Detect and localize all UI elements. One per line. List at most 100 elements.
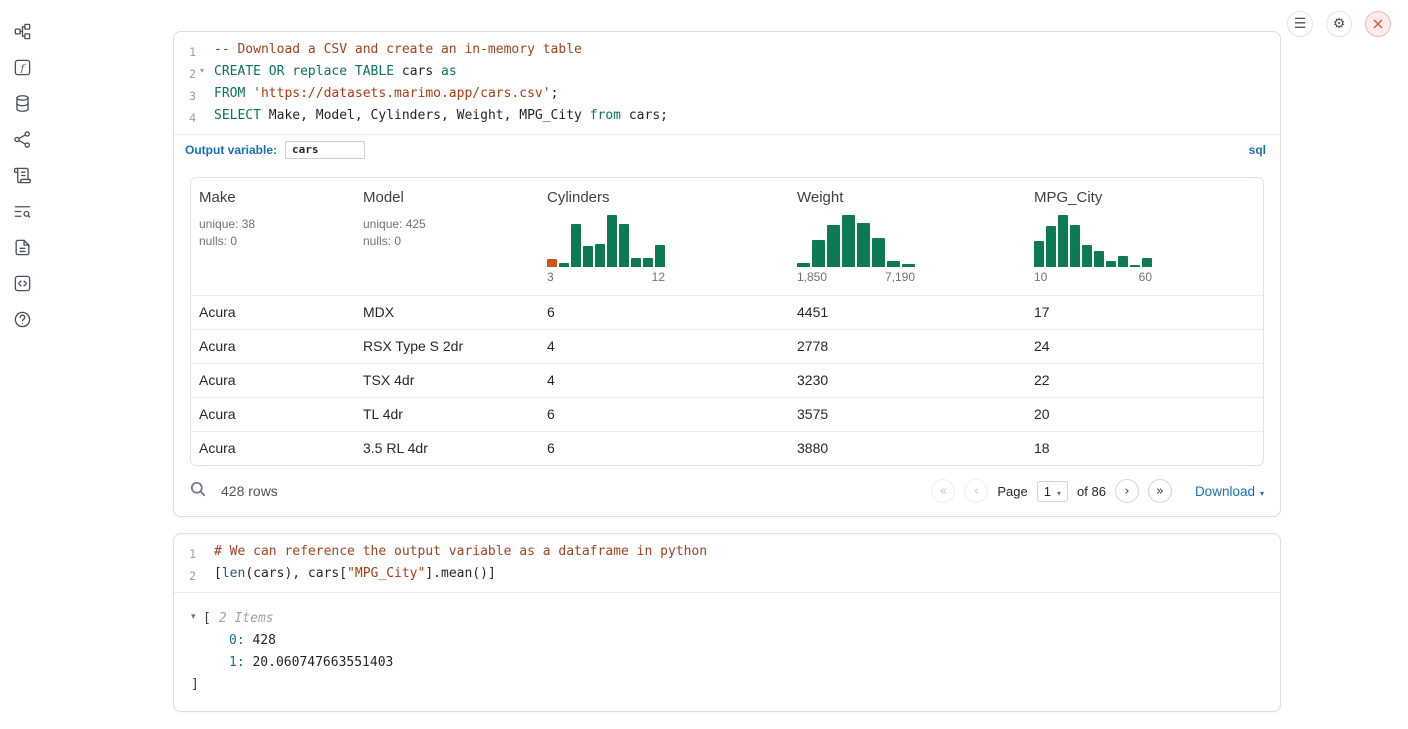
table-cell: 3880 (789, 432, 1026, 465)
histogram-bar[interactable] (857, 223, 870, 267)
histogram-bar[interactable] (1046, 226, 1056, 267)
histogram-bar[interactable] (607, 215, 617, 267)
shutdown-close-button[interactable]: × (1365, 11, 1391, 37)
sql-code-editor[interactable]: 1 -- Download a CSV and create an in-memo… (174, 32, 1280, 134)
page-select[interactable]: 1 (1037, 481, 1068, 502)
help-icon[interactable] (12, 309, 32, 329)
histogram-bar[interactable] (595, 244, 605, 267)
histogram-bar[interactable] (812, 240, 825, 267)
sql-cell[interactable]: 1 -- Download a CSV and create an in-memo… (173, 31, 1281, 517)
histogram-bar[interactable] (1118, 256, 1128, 267)
histogram-bar[interactable] (547, 259, 557, 267)
histogram-bar[interactable] (1142, 258, 1152, 267)
column-title: Weight (797, 189, 1018, 207)
table-footer: 428 rows « ‹ Page 1 of 86 › » Download (174, 466, 1280, 516)
sidebar-toolbar: f (0, 0, 44, 729)
column-title: Model (363, 189, 531, 207)
table-row[interactable]: AcuraRSX Type S 2dr4277824 (191, 329, 1263, 363)
first-page-button[interactable]: « (931, 479, 955, 503)
fold-chevron-icon[interactable] (196, 62, 208, 84)
column-header-model[interactable]: Model unique: 425 nulls: 0 (355, 178, 539, 295)
table-row[interactable]: Acura3.5 RL 4dr6388018 (191, 431, 1263, 465)
histogram-bar[interactable] (1106, 261, 1116, 267)
code-line[interactable]: 2CREATE OR replace TABLE cars as (174, 62, 1280, 84)
histogram-bar[interactable] (571, 224, 581, 267)
line-number: 1 (174, 40, 196, 62)
code-line[interactable]: 1 -- Download a CSV and create an in-memo… (174, 40, 1280, 62)
scratchpad-function-icon[interactable]: f (12, 57, 32, 77)
table-cell: 17 (1026, 296, 1263, 329)
code-text: [len(cars), cars["MPG_City"].mean()] (214, 564, 496, 586)
histogram-bar[interactable] (1058, 215, 1068, 267)
histogram-bar[interactable] (619, 224, 629, 267)
python-code-editor[interactable]: 1# We can reference the output variable … (174, 534, 1280, 592)
column-title: MPG_City (1034, 189, 1255, 207)
python-cell[interactable]: 1# We can reference the output variable … (173, 533, 1281, 712)
table-cell: 22 (1026, 364, 1263, 397)
histogram-bar[interactable] (887, 261, 900, 267)
code-line[interactable]: 4SELECT Make, Model, Cylinders, Weight, … (174, 106, 1280, 128)
code-text: -- Download a CSV and create an in-memor… (214, 40, 582, 62)
table-cell: 4451 (789, 296, 1026, 329)
line-number: 1 (174, 542, 196, 564)
histogram-bar[interactable] (1082, 245, 1092, 267)
table-header-row: Make unique: 38 nulls: 0 Model unique: 4… (191, 178, 1263, 295)
table-cell: TL 4dr (355, 398, 539, 431)
menu-button[interactable]: ☰ (1287, 11, 1313, 37)
column-title: Cylinders (547, 189, 781, 207)
histogram-bar[interactable] (559, 263, 569, 267)
settings-gear-button[interactable]: ⚙ (1326, 11, 1352, 37)
result-tree-header: [ 2 Items (191, 607, 1264, 630)
window-controls: ☰ ⚙ × (1287, 11, 1391, 37)
histogram-bar[interactable] (827, 225, 840, 267)
table-row[interactable]: AcuraMDX6445117 (191, 295, 1263, 329)
table-row[interactable]: AcuraTL 4dr6357520 (191, 397, 1263, 431)
code-line[interactable]: 3FROM 'https://datasets.marimo.app/cars.… (174, 84, 1280, 106)
logs-scroll-icon[interactable] (12, 165, 32, 185)
table-cell: 2778 (789, 330, 1026, 363)
snippets-code-icon[interactable] (12, 273, 32, 293)
table-body: AcuraMDX6445117AcuraRSX Type S 2dr427782… (191, 295, 1263, 465)
previous-page-button[interactable]: ‹ (964, 479, 988, 503)
histogram-bar[interactable] (1070, 225, 1080, 267)
table-cell: 4 (539, 330, 789, 363)
output-variable-label: Output variable: (185, 143, 277, 157)
next-page-button[interactable]: › (1115, 479, 1139, 503)
column-header-cylinders[interactable]: Cylinders 3 12 (539, 178, 789, 295)
table-cell: Acura (191, 398, 355, 431)
table-cell: 6 (539, 296, 789, 329)
output-variable-row: Output variable: sql (174, 134, 1280, 164)
database-icon[interactable] (12, 93, 32, 113)
page-total-label: of 86 (1077, 484, 1106, 499)
page-label: Page (997, 484, 1027, 499)
dependency-graph-icon[interactable] (12, 129, 32, 149)
line-number: 2 (174, 62, 196, 84)
column-header-weight[interactable]: Weight 1,850 7,190 (789, 178, 1026, 295)
histogram-bar[interactable] (655, 245, 665, 267)
histogram-bar[interactable] (631, 258, 641, 267)
table-cell: 3.5 RL 4dr (355, 432, 539, 465)
document-icon[interactable] (12, 237, 32, 257)
histogram-bar[interactable] (1130, 265, 1140, 267)
output-variable-input[interactable] (285, 141, 365, 159)
histogram-bar[interactable] (797, 263, 810, 267)
download-button[interactable]: Download (1195, 484, 1264, 499)
table-row[interactable]: AcuraTSX 4dr4323022 (191, 363, 1263, 397)
column-header-make[interactable]: Make unique: 38 nulls: 0 (191, 178, 355, 295)
histogram-bar[interactable] (583, 246, 593, 267)
search-icon[interactable] (190, 481, 206, 502)
code-line[interactable]: 2[len(cars), cars["MPG_City"].mean()] (174, 564, 1280, 586)
code-line[interactable]: 1# We can reference the output variable … (174, 542, 1280, 564)
file-tree-icon[interactable] (12, 21, 32, 41)
histogram-bar[interactable] (1094, 251, 1104, 267)
histogram-bar[interactable] (842, 215, 855, 267)
histogram-bar[interactable] (902, 264, 915, 267)
histogram-bar[interactable] (643, 258, 653, 267)
table-cell: 4 (539, 364, 789, 397)
table-search-icon[interactable] (12, 201, 32, 221)
collapse-chevron-icon[interactable] (191, 607, 203, 630)
column-header-mpg-city[interactable]: MPG_City 10 60 (1026, 178, 1263, 295)
histogram-bar[interactable] (872, 238, 885, 267)
histogram-bar[interactable] (1034, 241, 1044, 267)
last-page-button[interactable]: » (1148, 479, 1172, 503)
